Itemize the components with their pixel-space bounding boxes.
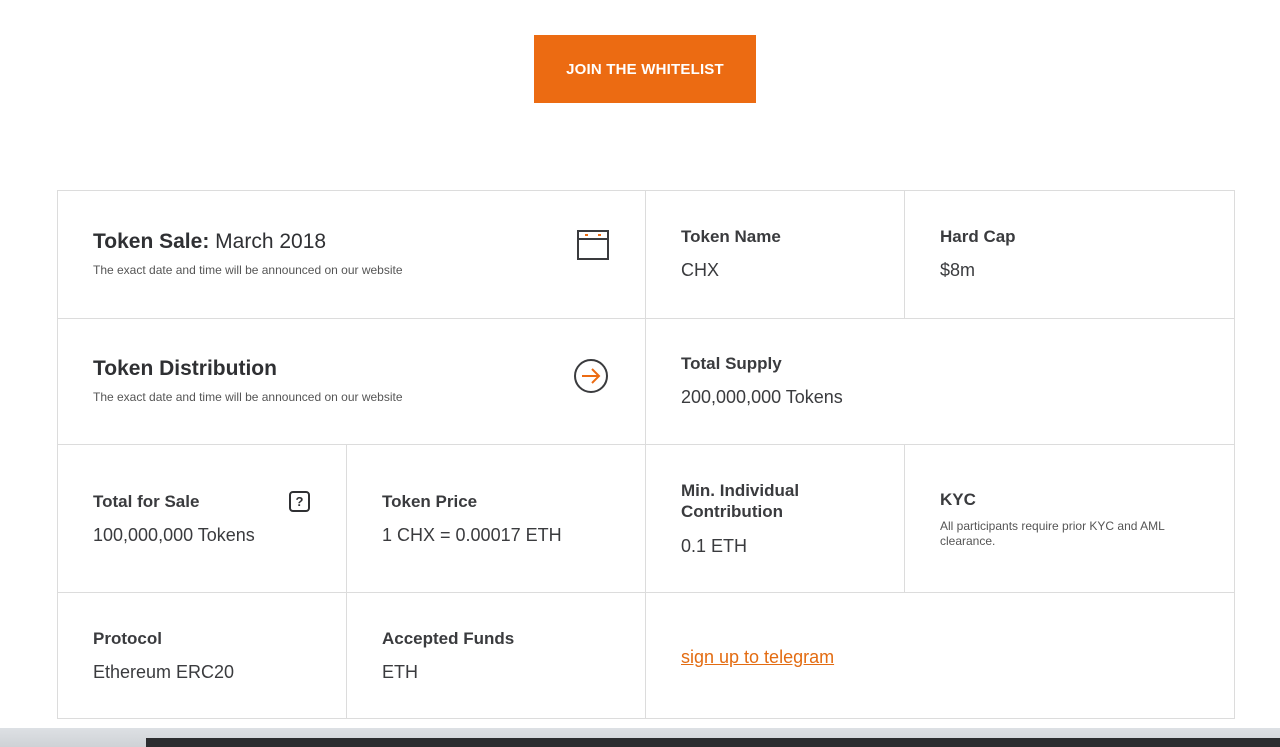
total-for-sale-value: 100,000,000 Tokens — [93, 525, 255, 545]
calendar-icon — [577, 230, 609, 260]
token-price-label: Token Price — [382, 492, 478, 511]
min-contribution-label-line2: Contribution — [681, 502, 783, 521]
hard-cap-cell: Hard Cap $8m — [905, 191, 1234, 318]
accepted-funds-cell: Accepted Funds ETH — [347, 593, 645, 718]
token-name-value: CHX — [681, 260, 720, 280]
token-sale-cell: Token Sale: March 2018 The exact date an… — [58, 191, 645, 318]
hard-cap-label: Hard Cap — [940, 227, 1016, 246]
help-icon[interactable]: ? — [289, 491, 310, 512]
arrow-circle-icon — [574, 359, 608, 393]
token-name-label: Token Name — [681, 227, 781, 246]
kyc-label: KYC — [940, 490, 976, 509]
protocol-label: Protocol — [93, 629, 162, 648]
min-contribution-value: 0.1 ETH — [681, 536, 748, 556]
token-distribution-title: Token Distribution — [93, 357, 277, 380]
accepted-funds-label: Accepted Funds — [382, 629, 515, 648]
token-sale-date: March 2018 — [215, 230, 327, 253]
kyc-note: All participants require prior KYC and A… — [940, 519, 1165, 548]
token-sale-note: The exact date and time will be announce… — [93, 263, 403, 277]
telegram-signup-link[interactable]: sign up to telegram — [681, 647, 834, 668]
join-whitelist-button[interactable]: JOIN THE WHITELIST — [534, 35, 756, 103]
token-distribution-note: The exact date and time will be announce… — [93, 390, 403, 404]
token-sale-label: Token Sale: — [93, 230, 210, 253]
token-sale-title: Token Sale: March 2018 — [93, 230, 326, 254]
token-info-grid: Token Sale: March 2018 The exact date an… — [57, 190, 1235, 719]
min-contribution-label-line1: Min. Individual — [681, 481, 800, 500]
accepted-funds-value: ETH — [382, 662, 418, 682]
total-for-sale-label: Total for Sale — [93, 492, 200, 511]
os-taskbar-strip — [146, 738, 1280, 747]
token-price-cell: Token Price 1 CHX = 0.00017 ETH — [347, 445, 645, 592]
total-supply-value: 200,000,000 Tokens — [681, 387, 843, 407]
token-price-value: 1 CHX = 0.00017 ETH — [382, 525, 562, 545]
total-supply-label: Total Supply — [681, 354, 782, 373]
telegram-cell: sign up to telegram — [646, 593, 1234, 718]
kyc-cell: KYC All participants require prior KYC a… — [905, 445, 1234, 592]
token-distribution-cell: Token Distribution The exact date and ti… — [58, 319, 645, 444]
min-contribution-cell: Min. Individual Contribution 0.1 ETH — [646, 445, 904, 592]
protocol-cell: Protocol Ethereum ERC20 — [58, 593, 346, 718]
total-supply-cell: Total Supply 200,000,000 Tokens — [646, 319, 1234, 444]
protocol-value: Ethereum ERC20 — [93, 662, 235, 682]
total-for-sale-cell: Total for Sale 100,000,000 Tokens ? — [58, 445, 346, 592]
token-name-cell: Token Name CHX — [646, 191, 904, 318]
hard-cap-value: $8m — [940, 260, 976, 280]
